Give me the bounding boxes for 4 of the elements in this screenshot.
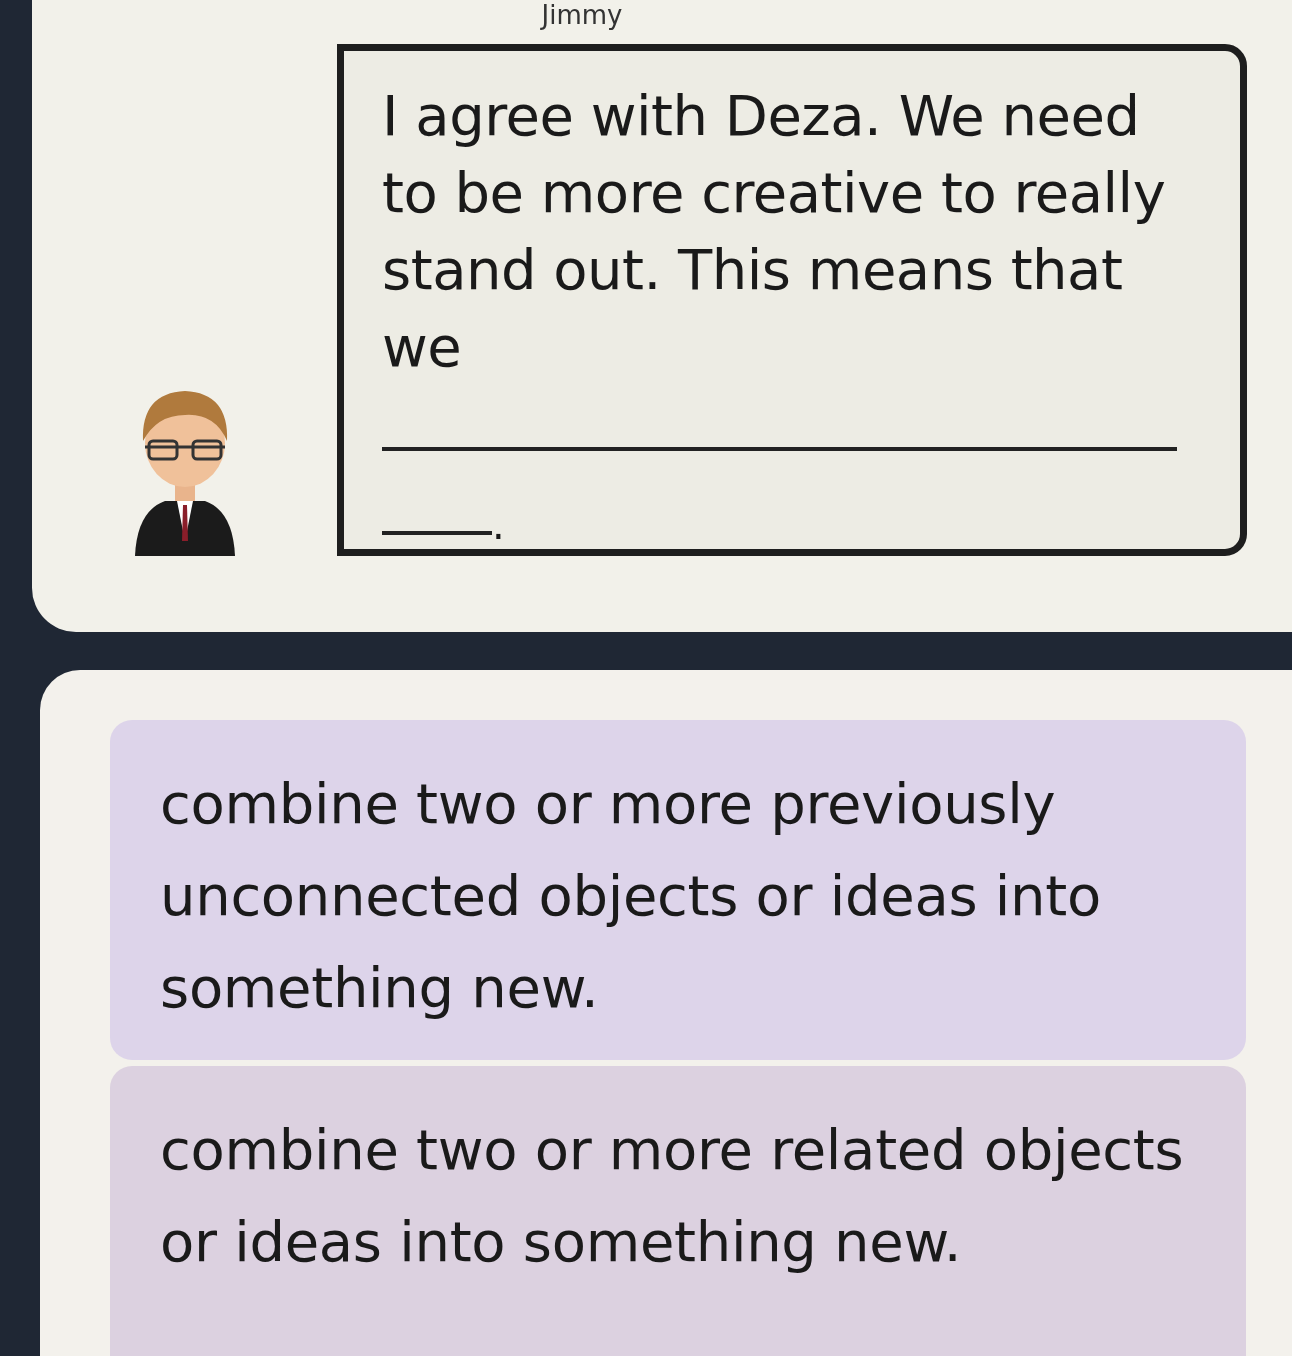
speech-text: I agree with Deza. We need to be more creative to really stand out. This means that we bbox=[382, 82, 1167, 381]
speaker-name: Jimmy bbox=[539, 0, 624, 30]
answer-option[interactable]: combine two or more previously unconnected objects or ideas into something new. bbox=[110, 720, 1246, 1060]
answer-option[interactable]: combine two or more related objects or ideas into something new. bbox=[110, 1066, 1246, 1356]
